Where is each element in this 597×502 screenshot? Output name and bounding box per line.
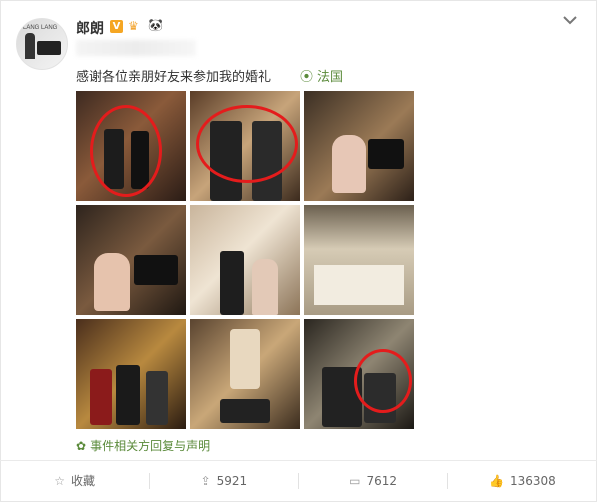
photo-figure <box>116 365 140 425</box>
avatar[interactable]: LANG LANG <box>16 18 68 70</box>
avatar-person <box>25 33 35 59</box>
photo-9[interactable] <box>304 319 414 429</box>
highlight-circle <box>90 105 162 197</box>
location-link[interactable]: ⦿ 法国 <box>300 66 343 85</box>
repost-icon: ⇪ <box>200 473 211 488</box>
photo-7[interactable] <box>76 319 186 429</box>
footer-separator <box>149 473 150 489</box>
photo-table <box>314 265 404 305</box>
username[interactable]: 郎朗 <box>76 18 104 38</box>
photo-figure <box>332 135 366 193</box>
related-icon: ✿ <box>76 439 87 453</box>
highlight-circle <box>354 349 412 413</box>
photo-figure <box>146 371 168 425</box>
favorite-button[interactable]: ☆ 收藏 <box>0 461 149 500</box>
post-text: 感谢各位亲朋好友来参加我的婚礼 <box>76 70 272 85</box>
photo-figure <box>220 251 244 315</box>
avatar-logo-text: LANG LANG <box>23 25 58 31</box>
photo-crowd <box>220 399 270 423</box>
footer-separator <box>447 473 448 489</box>
chevron-down-icon[interactable] <box>560 10 580 30</box>
repost-button[interactable]: ⇪ 5921 <box>149 461 298 500</box>
favorite-label: 收藏 <box>71 474 96 488</box>
footer-separator <box>298 473 299 489</box>
related-label: 事件相关方回复与声明 <box>90 439 211 453</box>
related-link[interactable]: ✿ 事件相关方回复与声明 <box>76 437 210 454</box>
verified-icon: V <box>110 20 123 33</box>
photo-figure <box>134 255 178 285</box>
panda-icon: 🐼 <box>148 18 163 32</box>
photo-4[interactable] <box>76 205 186 315</box>
thumbs-up-icon: 👍 <box>488 473 504 488</box>
photo-grid <box>76 91 414 429</box>
photo-8[interactable] <box>190 319 300 429</box>
photo-figure <box>94 253 130 311</box>
comment-icon: ▭ <box>349 473 361 488</box>
comment-button[interactable]: ▭ 7612 <box>299 461 448 500</box>
photo-1[interactable] <box>76 91 186 201</box>
photo-figure <box>368 139 404 169</box>
location-label: 法国 <box>317 70 344 85</box>
avatar-piano <box>37 41 61 55</box>
like-count: 136308 <box>509 473 556 488</box>
photo-5[interactable] <box>190 205 300 315</box>
photo-window <box>230 329 260 389</box>
comment-count: 7612 <box>366 473 398 488</box>
crown-icon: ♛ <box>128 19 139 33</box>
photo-3[interactable] <box>304 91 414 201</box>
photo-6[interactable] <box>304 205 414 315</box>
repost-count: 5921 <box>216 473 248 488</box>
location-pin-icon: ⦿ <box>300 70 314 85</box>
star-icon: ☆ <box>54 473 65 488</box>
photo-2[interactable] <box>190 91 300 201</box>
photo-figure <box>252 259 278 315</box>
highlight-circle <box>196 105 298 183</box>
blurred-timestamp <box>76 40 196 56</box>
photo-figure <box>90 369 112 425</box>
like-button[interactable]: 👍 136308 <box>448 461 597 500</box>
